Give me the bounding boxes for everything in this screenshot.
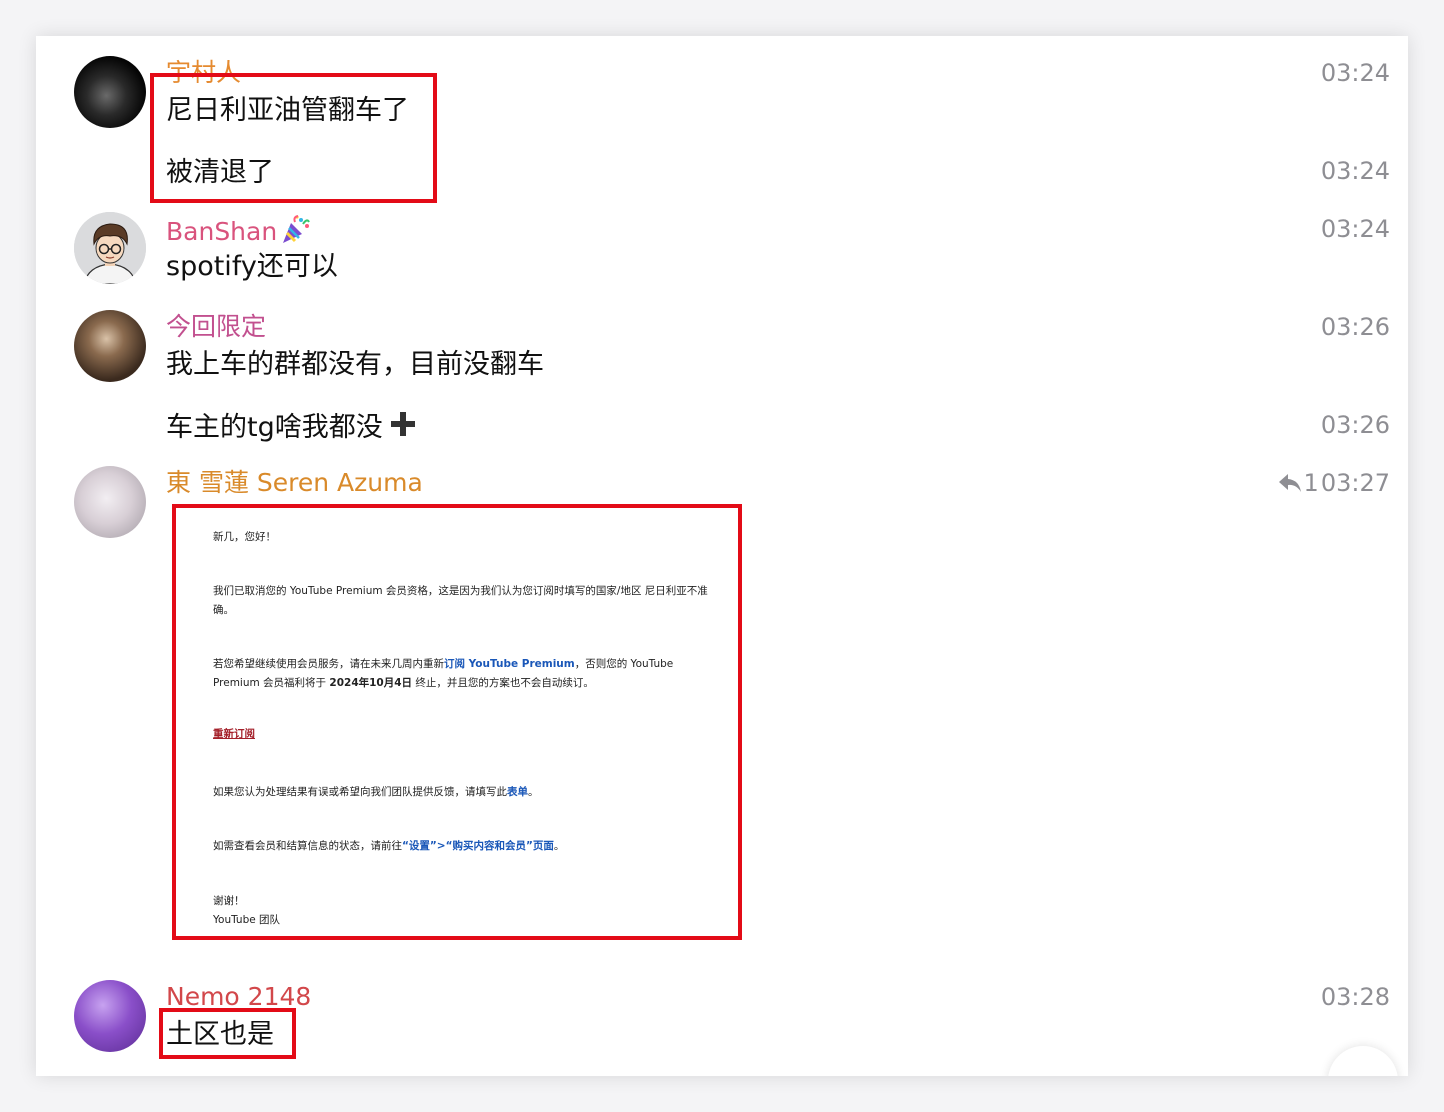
highlight-box bbox=[159, 1008, 296, 1059]
sender-name[interactable]: 東 雪蓮 Seren Azuma bbox=[166, 468, 423, 498]
message-time: 03:24 bbox=[1320, 157, 1390, 185]
message-time: 03:28 bbox=[1320, 983, 1390, 1011]
chat-panel: 宇村人 尼日利亚油管翻车了 03:24 被清退了 03:24 BanShan s… bbox=[36, 36, 1408, 1076]
message-text: spotify还可以 bbox=[166, 251, 338, 282]
reply-icon[interactable] bbox=[1278, 471, 1302, 501]
avatar-illustration bbox=[74, 212, 146, 284]
avatar[interactable] bbox=[74, 980, 146, 1052]
highlight-box bbox=[172, 504, 742, 940]
sender-name[interactable]: BanShan bbox=[166, 214, 311, 253]
message-text: 车主的tg啥我都没 bbox=[166, 410, 417, 447]
highlight-box bbox=[150, 73, 437, 203]
message-time: 03:26 bbox=[1320, 411, 1390, 439]
avatar[interactable] bbox=[74, 466, 146, 538]
plus-icon bbox=[389, 410, 417, 447]
message-text-content: 车主的tg啥我都没 bbox=[166, 412, 383, 443]
avatar[interactable] bbox=[74, 310, 146, 382]
avatar[interactable] bbox=[74, 212, 146, 284]
message-meta: 103:27 bbox=[1278, 468, 1390, 501]
sender-name-text: BanShan bbox=[166, 217, 278, 246]
message-text: 我上车的群都没有，目前没翻车 bbox=[166, 349, 544, 380]
message-time: 03:27 bbox=[1320, 469, 1390, 497]
avatar[interactable] bbox=[74, 56, 146, 128]
message-time: 03:26 bbox=[1320, 313, 1390, 341]
sender-name[interactable]: 今回限定 bbox=[166, 312, 266, 342]
reply-count: 1 bbox=[1303, 469, 1319, 497]
message-time: 03:24 bbox=[1320, 215, 1390, 243]
party-emoji-icon bbox=[279, 214, 311, 253]
scroll-to-bottom-button[interactable] bbox=[1328, 1046, 1398, 1076]
message-time: 03:24 bbox=[1320, 59, 1390, 87]
